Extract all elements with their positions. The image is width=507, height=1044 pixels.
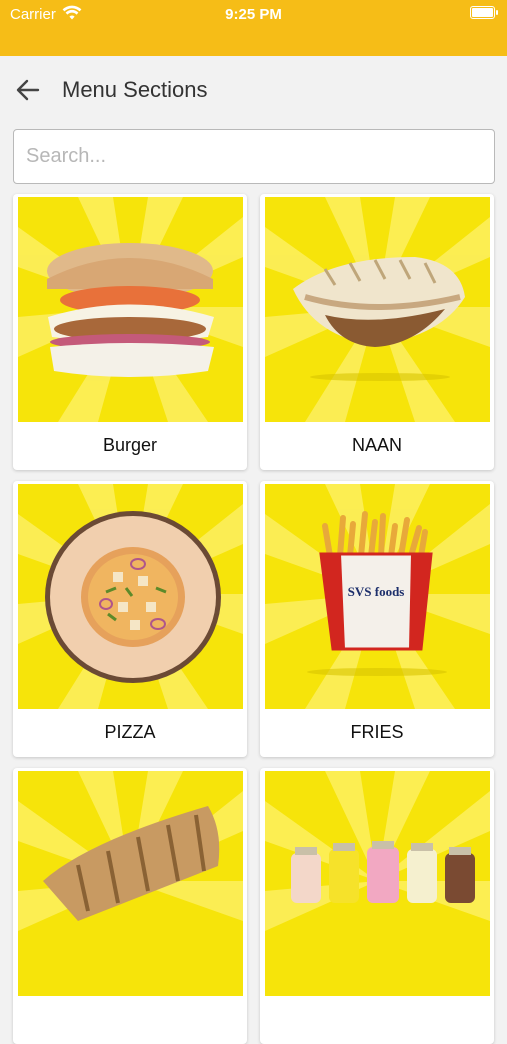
battery-icon bbox=[470, 6, 498, 19]
section-label: PIZZA bbox=[104, 722, 156, 742]
section-label: Burger bbox=[102, 435, 158, 455]
pizza-image bbox=[18, 484, 243, 709]
section-card-burger[interactable]: Burger bbox=[13, 194, 247, 470]
section-card-naan[interactable]: NAAN bbox=[260, 194, 494, 470]
section-label: FRIES bbox=[350, 722, 404, 742]
burger-image bbox=[18, 197, 243, 422]
section-label: NAAN bbox=[351, 435, 402, 455]
section-card-drinks[interactable] bbox=[260, 768, 494, 1044]
section-card-pizza[interactable]: PIZZA bbox=[13, 481, 247, 757]
status-bar: Carrier 9:25 PM bbox=[0, 0, 507, 56]
section-card-fries[interactable]: SVS foods FRIES bbox=[260, 481, 494, 757]
section-card-bread[interactable] bbox=[13, 768, 247, 1044]
navigation-bar: Menu Sections bbox=[0, 56, 507, 124]
bread-image bbox=[18, 771, 243, 996]
back-arrow-icon[interactable] bbox=[14, 76, 42, 104]
fries-box-text: SVS foods bbox=[348, 584, 405, 599]
page-title: Menu Sections bbox=[62, 77, 208, 102]
drinks-image bbox=[265, 771, 490, 996]
search-input[interactable] bbox=[13, 129, 495, 184]
status-time: 9:25 PM bbox=[225, 6, 282, 23]
fries-image: SVS foods bbox=[265, 484, 490, 709]
section-label bbox=[13, 996, 247, 1042]
naan-image bbox=[265, 197, 490, 422]
section-label bbox=[260, 996, 494, 1042]
